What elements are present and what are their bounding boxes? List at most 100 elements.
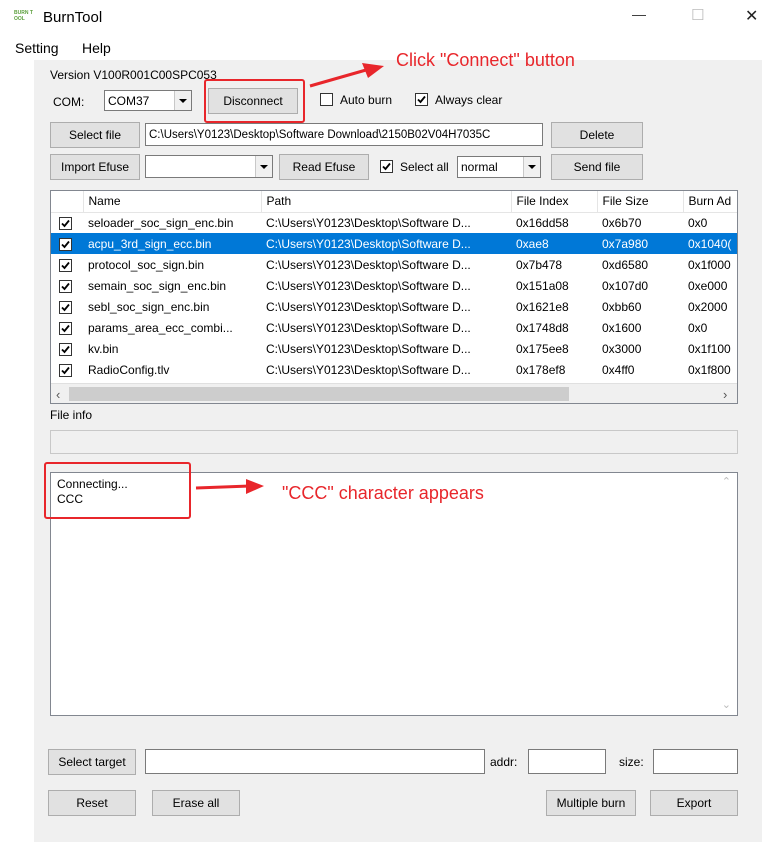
cell-name: sebl_soc_sign_enc.bin — [88, 299, 210, 314]
reset-button[interactable]: Reset — [48, 790, 136, 816]
cell-file-size: 0x6b70 — [602, 215, 642, 230]
cell-burn-addr: 0x0 — [688, 320, 708, 335]
select-file-button[interactable]: Select file — [50, 122, 140, 148]
row-checkbox[interactable] — [59, 300, 72, 314]
row-checkbox-cell[interactable] — [51, 233, 83, 254]
mode-select-value: normal — [461, 160, 498, 174]
file-info-label: File info — [50, 408, 93, 422]
table-header-row: Name Path File Index File Size Burn Ad — [51, 191, 737, 213]
column-header-path[interactable]: Path — [261, 191, 512, 213]
row-checkbox-cell[interactable] — [51, 254, 83, 275]
menu-item-help[interactable]: Help — [82, 40, 111, 56]
checkmark-icon — [382, 162, 391, 171]
table-row[interactable]: RadioConfig.tlv C:\Users\Y0123\Desktop\So… — [51, 359, 737, 380]
send-file-button[interactable]: Send file — [551, 154, 643, 180]
import-efuse-select[interactable] — [145, 155, 273, 178]
table-row[interactable]: params_area_ecc_combi... C:\Users\Y0123\D… — [51, 317, 737, 338]
com-select[interactable]: COM37 — [104, 90, 192, 111]
cell-name: seloader_soc_sign_enc.bin — [88, 215, 234, 230]
row-checkbox[interactable] — [59, 363, 72, 377]
cell-path: C:\Users\Y0123\Desktop\Software D... — [266, 362, 471, 377]
import-efuse-button[interactable]: Import Efuse — [50, 154, 140, 180]
delete-button[interactable]: Delete — [551, 122, 643, 148]
table-row[interactable]: protocol_soc_sign.bin C:\Users\Y0123\Desk… — [51, 254, 737, 275]
checkmark-icon — [61, 303, 70, 311]
cell-burn-addr: 0x1040( — [683, 233, 737, 254]
row-checkbox-cell[interactable] — [51, 212, 83, 233]
cell-file-size: 0xbb60 — [602, 299, 642, 314]
cell-file-size: 0x7a980 — [597, 233, 683, 254]
cell-name: RadioConfig.tlv — [88, 362, 170, 377]
com-select-value: COM37 — [108, 93, 150, 108]
cell-file-size: 0xd6580 — [602, 257, 649, 272]
chevron-up-icon[interactable]: ⌃ — [722, 475, 731, 488]
cell-file-size: 0x3000 — [602, 341, 642, 356]
checkmark-icon — [61, 366, 70, 374]
chevron-right-icon[interactable]: › — [723, 387, 727, 402]
com-label: COM: — [53, 95, 85, 109]
column-header-file-index[interactable]: File Index — [511, 191, 598, 213]
column-header-burn-addr[interactable]: Burn Ad — [683, 191, 737, 213]
cell-name: params_area_ecc_combi... — [88, 320, 233, 335]
file-path-input[interactable]: C:\Users\Y0123\Desktop\Software Download… — [145, 123, 543, 146]
row-checkbox-cell[interactable] — [51, 275, 83, 296]
file-table-grid: Name Path File Index File Size Burn Ad s… — [51, 191, 737, 380]
addr-input[interactable] — [528, 749, 606, 774]
row-checkbox[interactable] — [59, 279, 72, 293]
cell-path: C:\Users\Y0123\Desktop\Software D... — [266, 341, 471, 356]
auto-burn-checkbox[interactable] — [320, 93, 333, 106]
size-input[interactable] — [653, 749, 738, 774]
mode-select[interactable]: normal — [457, 156, 541, 178]
file-table-body: seloader_soc_sign_enc.bin C:\Users\Y0123\… — [51, 212, 737, 380]
read-efuse-button[interactable]: Read Efuse — [279, 154, 369, 180]
chevron-left-icon[interactable]: ‹ — [56, 387, 60, 402]
horizontal-scrollbar[interactable]: ‹ › — [51, 383, 737, 403]
checkmark-icon — [61, 219, 70, 228]
cell-file-index: 0x151a08 — [516, 278, 569, 293]
cell-path: C:\Users\Y0123\Desktop\Software D... — [261, 233, 511, 254]
cell-path: C:\Users\Y0123\Desktop\Software D... — [266, 215, 471, 230]
table-row[interactable]: acpu_3rd_sign_ecc.bin C:\Users\Y0123\Desk… — [51, 233, 737, 254]
cell-file-index: 0x1621e8 — [516, 299, 569, 314]
row-checkbox[interactable] — [59, 237, 72, 251]
row-checkbox-cell[interactable] — [51, 296, 83, 317]
export-button[interactable]: Export — [650, 790, 738, 816]
row-checkbox-cell[interactable] — [51, 338, 83, 359]
window-title: BurnTool — [43, 9, 103, 26]
row-checkbox[interactable] — [59, 342, 72, 356]
select-all-label: Select all — [400, 160, 449, 174]
maximize-button[interactable]: ☐ — [691, 6, 704, 24]
cell-file-size: 0x1600 — [602, 320, 642, 335]
row-checkbox[interactable] — [59, 216, 72, 230]
table-row[interactable]: seloader_soc_sign_enc.bin C:\Users\Y0123\… — [51, 212, 737, 233]
close-button[interactable]: ✕ — [745, 6, 758, 26]
cell-burn-addr: 0xe000 — [688, 278, 728, 293]
chevron-down-icon[interactable]: ⌄ — [722, 698, 731, 711]
chevron-down-icon — [523, 157, 540, 177]
menu-item-setting[interactable]: Setting — [15, 40, 59, 56]
select-all-checkbox[interactable] — [380, 160, 393, 173]
checkmark-icon — [417, 95, 426, 104]
row-checkbox[interactable] — [59, 258, 72, 272]
column-header-file-size[interactable]: File Size — [597, 191, 684, 213]
table-row[interactable]: semain_soc_sign_enc.bin C:\Users\Y0123\De… — [51, 275, 737, 296]
erase-all-button[interactable]: Erase all — [152, 790, 240, 816]
table-row[interactable]: sebl_soc_sign_enc.bin C:\Users\Y0123\Desk… — [51, 296, 737, 317]
column-header-name[interactable]: Name — [83, 191, 262, 213]
table-row[interactable]: kv.bin C:\Users\Y0123\Desktop\Software D.… — [51, 338, 737, 359]
row-checkbox-cell[interactable] — [51, 317, 83, 338]
target-input[interactable] — [145, 749, 485, 774]
multiple-burn-button[interactable]: Multiple burn — [546, 790, 636, 816]
scrollbar-thumb[interactable] — [69, 387, 569, 401]
cell-path: C:\Users\Y0123\Desktop\Software D... — [266, 320, 471, 335]
cell-file-index: 0x175ee8 — [516, 341, 569, 356]
checkmark-icon — [61, 240, 70, 248]
cell-path: C:\Users\Y0123\Desktop\Software D... — [266, 257, 471, 272]
always-clear-checkbox[interactable] — [415, 93, 428, 106]
row-checkbox-cell[interactable] — [51, 359, 83, 380]
auto-burn-label: Auto burn — [340, 93, 393, 107]
cell-file-index: 0xae8 — [511, 233, 597, 254]
select-target-button[interactable]: Select target — [48, 749, 136, 775]
row-checkbox[interactable] — [59, 321, 72, 335]
minimize-button[interactable]: — — [632, 6, 646, 22]
